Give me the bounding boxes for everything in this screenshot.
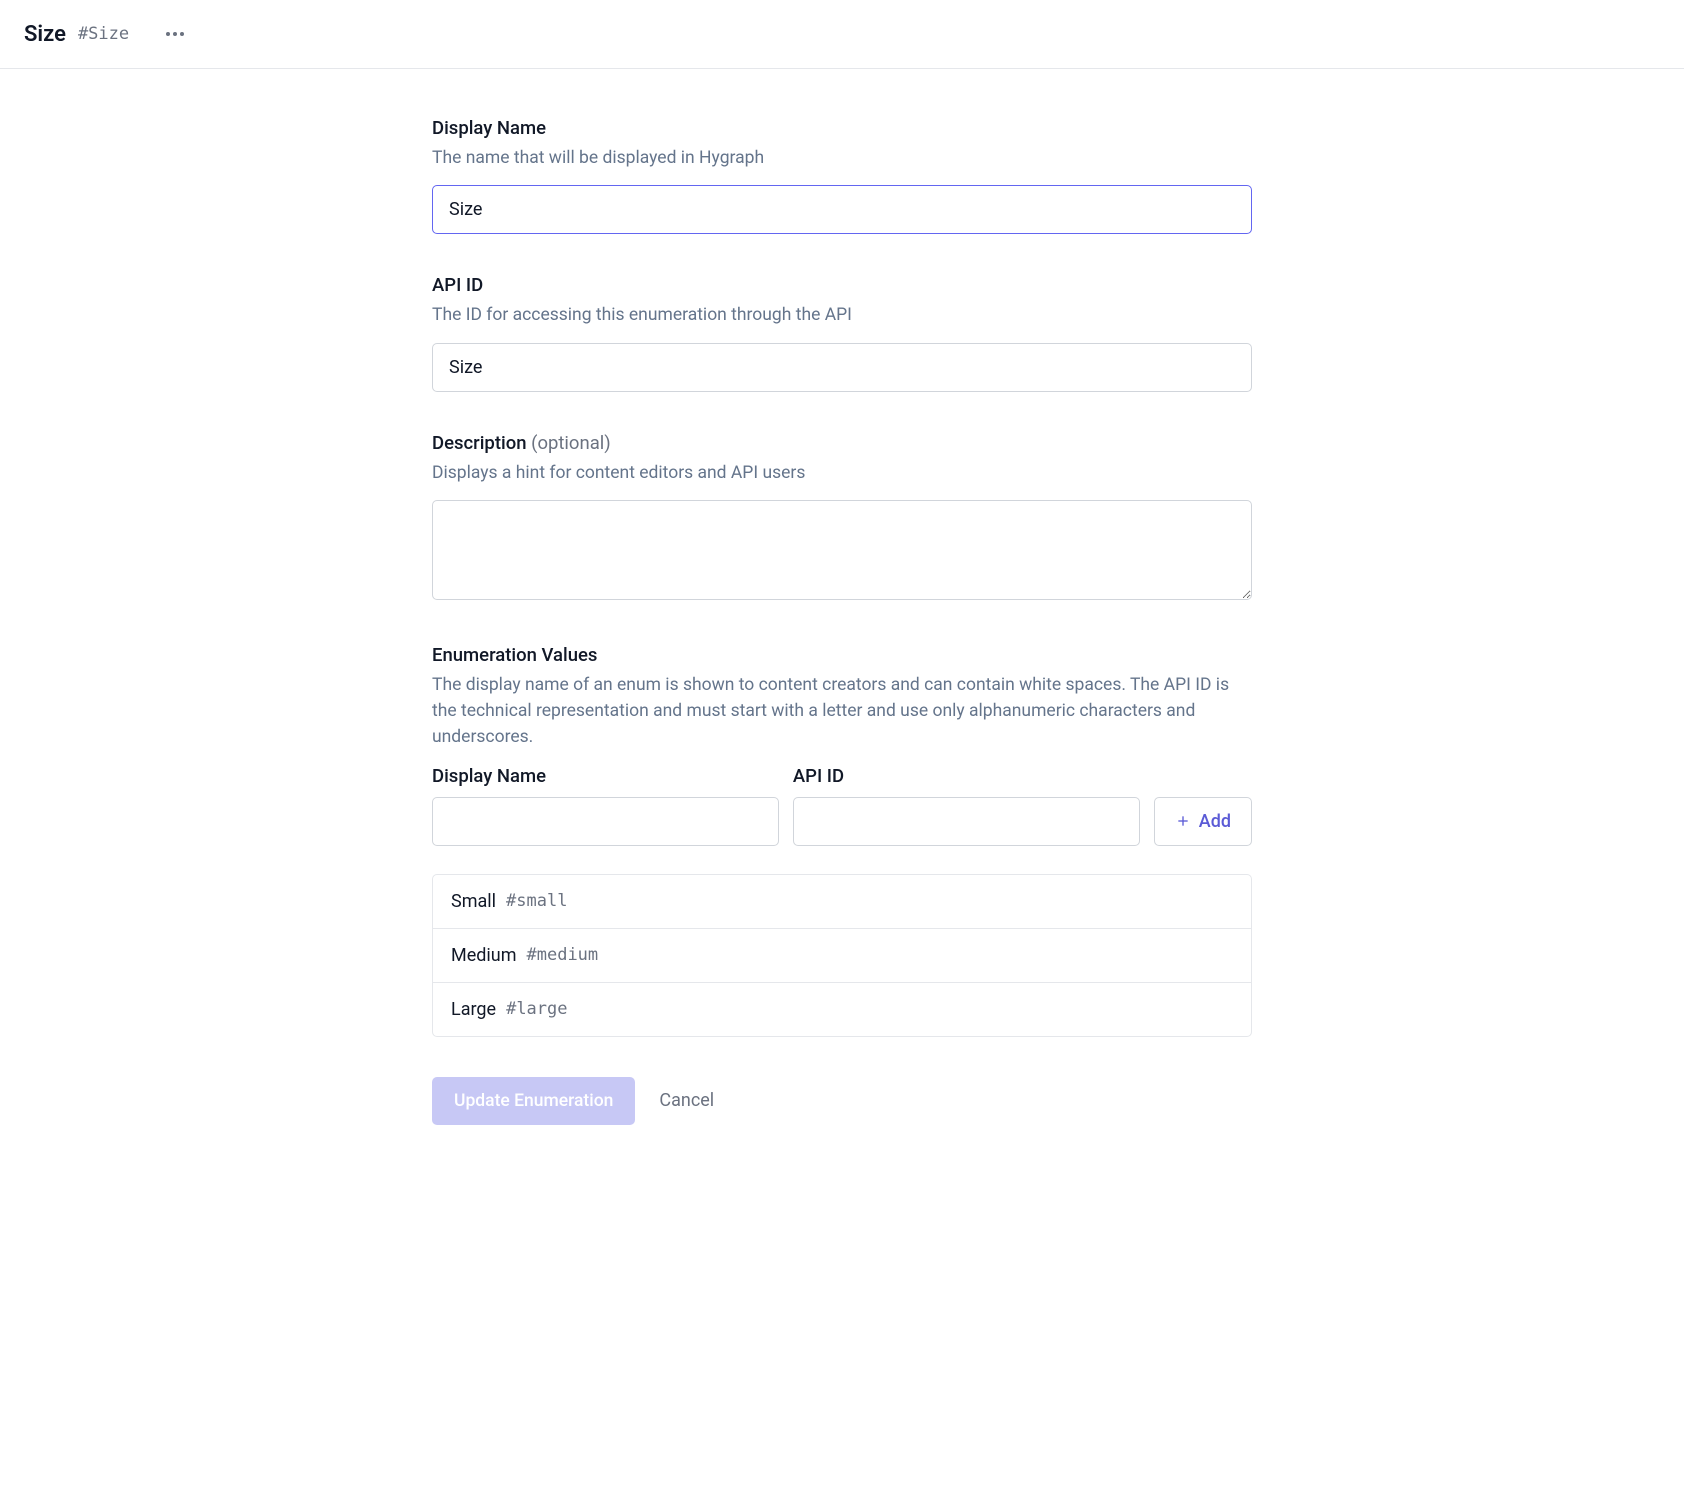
enum-display-name-col-label: Display Name xyxy=(432,765,779,787)
form-actions: Update Enumeration Cancel xyxy=(432,1077,1252,1125)
enum-add-row: Display Name API ID Add xyxy=(432,765,1252,846)
enum-value-api-id: #large xyxy=(506,999,567,1019)
enum-values-label: Enumeration Values xyxy=(432,644,1252,666)
display-name-helper: The name that will be displayed in Hygra… xyxy=(432,145,1252,171)
page-title-hash: #Size xyxy=(78,24,129,44)
enum-value-item[interactable]: Medium #medium xyxy=(433,929,1251,983)
page-title: Size xyxy=(24,22,66,47)
plus-icon xyxy=(1175,813,1191,829)
enum-value-item[interactable]: Small #small xyxy=(433,875,1251,929)
enumeration-form: Display Name The name that will be displ… xyxy=(432,69,1252,1185)
enum-value-api-id: #medium xyxy=(527,945,599,965)
enum-values-helper: The display name of an enum is shown to … xyxy=(432,672,1252,751)
description-label-text: Description xyxy=(432,432,527,454)
add-button-label: Add xyxy=(1199,811,1231,832)
cancel-button[interactable]: Cancel xyxy=(659,1090,714,1111)
enum-add-display-name-col: Display Name xyxy=(432,765,779,846)
api-id-input[interactable] xyxy=(432,343,1252,392)
display-name-label: Display Name xyxy=(432,117,1252,139)
page-header: Size #Size xyxy=(0,0,1684,69)
enum-add-api-id-col: API ID xyxy=(793,765,1140,846)
enum-value-display: Medium xyxy=(451,945,517,966)
description-helper: Displays a hint for content editors and … xyxy=(432,460,1252,486)
add-enum-value-button[interactable]: Add xyxy=(1154,797,1252,846)
more-horizontal-icon xyxy=(166,32,184,36)
enum-api-id-input[interactable] xyxy=(793,797,1140,846)
display-name-field-group: Display Name The name that will be displ… xyxy=(432,117,1252,234)
enum-values-field-group: Enumeration Values The display name of a… xyxy=(432,644,1252,1037)
description-input[interactable] xyxy=(432,500,1252,600)
enum-value-display: Large xyxy=(451,999,496,1020)
more-options-button[interactable] xyxy=(159,18,191,50)
enum-value-api-id: #small xyxy=(506,891,567,911)
update-enumeration-button[interactable]: Update Enumeration xyxy=(432,1077,635,1125)
enum-display-name-input[interactable] xyxy=(432,797,779,846)
enum-value-display: Small xyxy=(451,891,496,912)
api-id-helper: The ID for accessing this enumeration th… xyxy=(432,302,1252,328)
enum-api-id-col-label: API ID xyxy=(793,765,1140,787)
description-optional-text: (optional) xyxy=(531,432,611,454)
description-label: Description (optional) xyxy=(432,432,1252,454)
enum-values-list: Small #small Medium #medium Large #large xyxy=(432,874,1252,1037)
enum-value-item[interactable]: Large #large xyxy=(433,983,1251,1036)
display-name-input[interactable] xyxy=(432,185,1252,234)
description-field-group: Description (optional) Displays a hint f… xyxy=(432,432,1252,604)
api-id-field-group: API ID The ID for accessing this enumera… xyxy=(432,274,1252,391)
api-id-label: API ID xyxy=(432,274,1252,296)
